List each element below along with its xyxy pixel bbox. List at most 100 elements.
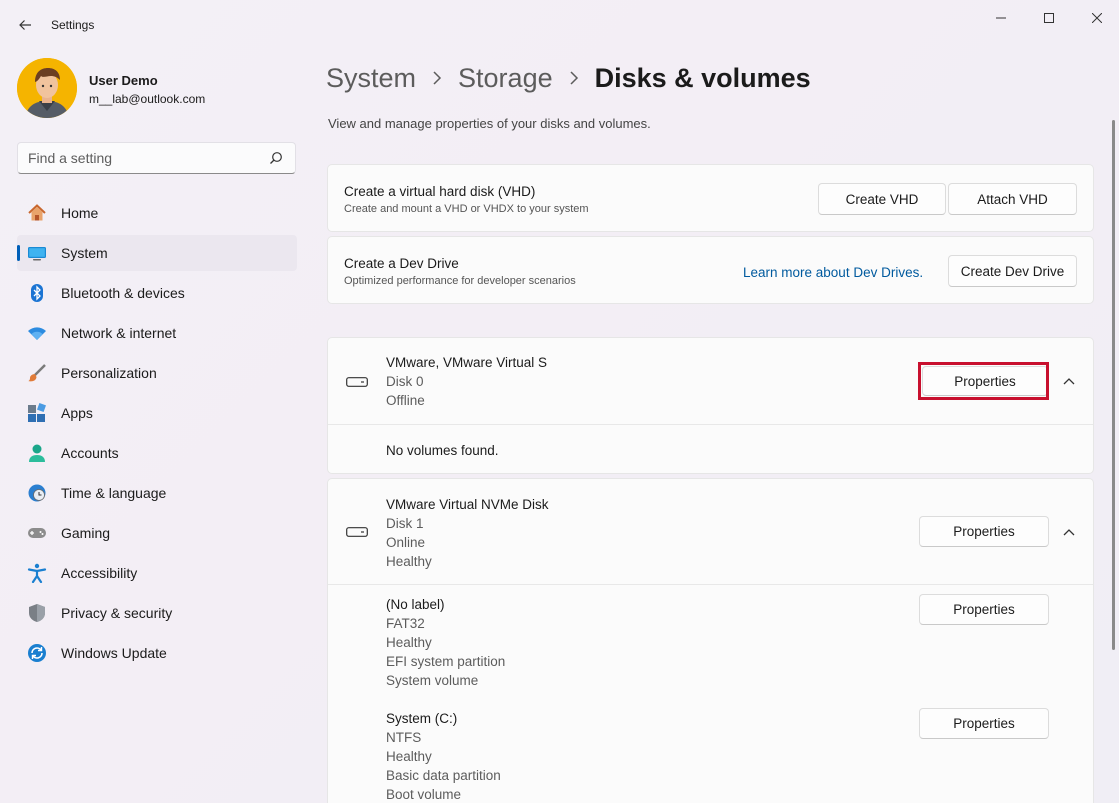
vhd-card: Create a virtual hard disk (VHD) Create … [327, 164, 1094, 232]
user-email: m__lab@outlook.com [89, 92, 206, 106]
sidebar-item-label: Accessibility [61, 565, 138, 581]
attach-vhd-button[interactable]: Attach VHD [948, 183, 1077, 215]
sidebar-item-system[interactable]: System [17, 235, 297, 271]
page-description: View and manage properties of your disks… [328, 116, 651, 131]
breadcrumb: System Storage Disks & volumes [326, 60, 811, 96]
sidebar-item-accounts[interactable]: Accounts [17, 435, 297, 471]
no-volumes-message: No volumes found. [386, 443, 499, 458]
disk-name: VMware, VMware Virtual S [386, 355, 548, 370]
disk-status: Online [386, 535, 426, 550]
search-icon[interactable] [269, 151, 283, 165]
avatar [17, 58, 77, 118]
sidebar-item-label: Bluetooth & devices [61, 285, 185, 301]
minimize-button[interactable] [978, 6, 1024, 30]
brush-icon [27, 363, 47, 383]
search-input[interactable] [28, 150, 258, 166]
drive-icon [346, 377, 368, 387]
maximize-icon [1044, 13, 1054, 23]
scrollbar[interactable] [1112, 120, 1115, 650]
divider [328, 584, 1093, 585]
sidebar-item-apps[interactable]: Apps [17, 395, 297, 431]
learn-more-dev-drives-link[interactable]: Learn more about Dev Drives. [743, 265, 923, 280]
sidebar-item-accessibility[interactable]: Accessibility [17, 555, 297, 591]
sidebar-nav: Home System Bluetooth & devices Network … [17, 195, 297, 675]
clock-globe-icon [27, 483, 47, 503]
disk-1-properties-button[interactable]: Properties [919, 516, 1049, 547]
collapse-button[interactable] [1059, 522, 1079, 542]
sidebar-item-gaming[interactable]: Gaming [17, 515, 297, 551]
volume-partition-type: Basic data partition [386, 768, 501, 783]
person-icon [27, 443, 47, 463]
volume-label: System (C:) [386, 711, 458, 726]
sidebar-item-label: Gaming [61, 525, 111, 541]
dev-drive-card-subtitle: Optimized performance for developer scen… [344, 275, 576, 287]
highlight-box [918, 362, 1049, 400]
apps-icon [27, 403, 47, 423]
sidebar-item-time-language[interactable]: Time & language [17, 475, 297, 511]
minimize-icon [996, 17, 1006, 19]
sidebar-item-windows-update[interactable]: Windows Update [17, 635, 297, 671]
chevron-right-icon [432, 71, 442, 85]
disk-name: VMware Virtual NVMe Disk [386, 497, 549, 512]
sidebar-item-label: Privacy & security [61, 605, 173, 621]
chevron-right-icon [569, 71, 579, 85]
system-icon [27, 243, 47, 263]
chevron-up-icon [1063, 529, 1075, 536]
volume-properties-button[interactable]: Properties [919, 594, 1049, 625]
volume-health: Healthy [386, 635, 432, 650]
avatar-image [17, 58, 77, 118]
divider [328, 424, 1093, 425]
user-name: User Demo [89, 73, 158, 88]
create-vhd-button[interactable]: Create VHD [818, 183, 946, 215]
sidebar-item-label: Personalization [61, 365, 157, 381]
collapse-button[interactable] [1059, 371, 1079, 391]
close-button[interactable] [1074, 6, 1119, 30]
app-title: Settings [51, 18, 95, 32]
sidebar-item-label: Network & internet [61, 325, 177, 341]
vhd-card-title: Create a virtual hard disk (VHD) [344, 184, 536, 199]
disk-0-card: VMware, VMware Virtual S Disk 0 Offline … [327, 337, 1094, 474]
bluetooth-icon [27, 283, 47, 303]
home-icon [27, 203, 47, 223]
disk-status: Offline [386, 393, 425, 408]
breadcrumb-storage[interactable]: Storage [458, 63, 553, 94]
accessibility-icon [27, 563, 47, 583]
disk-1-card: VMware Virtual NVMe Disk Disk 1 Online H… [327, 478, 1094, 803]
maximize-button[interactable] [1026, 6, 1072, 30]
volume-role: System volume [386, 673, 479, 688]
dev-drive-card-title: Create a Dev Drive [344, 256, 459, 271]
volume-filesystem: FAT32 [386, 616, 425, 631]
controller-icon [27, 523, 47, 543]
volume-partition-type: EFI system partition [386, 654, 506, 669]
user-profile[interactable]: User Demo m__lab@outlook.com [17, 58, 297, 120]
drive-icon [346, 527, 368, 537]
sidebar-item-label: Home [61, 205, 99, 221]
create-dev-drive-button[interactable]: Create Dev Drive [948, 255, 1077, 287]
vhd-card-subtitle: Create and mount a VHD or VHDX to your s… [344, 203, 589, 215]
volume-filesystem: NTFS [386, 730, 422, 745]
sidebar-item-personalization[interactable]: Personalization [17, 355, 297, 391]
sidebar-item-privacy[interactable]: Privacy & security [17, 595, 297, 631]
volume-label: (No label) [386, 597, 445, 612]
back-button[interactable] [12, 12, 38, 38]
disk-number: Disk 1 [386, 516, 424, 531]
shield-icon [27, 603, 47, 623]
search-box[interactable] [17, 142, 296, 174]
volume-properties-button[interactable]: Properties [919, 708, 1049, 739]
page-title: Disks & volumes [594, 62, 811, 93]
volume-health: Healthy [386, 749, 432, 764]
wifi-icon [27, 323, 47, 343]
sidebar-item-label: Accounts [61, 445, 119, 461]
back-arrow-icon [19, 20, 31, 30]
dev-drive-card: Create a Dev Drive Optimized performance… [327, 236, 1094, 304]
sidebar-item-bluetooth[interactable]: Bluetooth & devices [17, 275, 297, 311]
sidebar-item-network[interactable]: Network & internet [17, 315, 297, 351]
disk-number: Disk 0 [386, 374, 424, 389]
sidebar-item-label: Time & language [61, 485, 167, 501]
chevron-up-icon [1063, 378, 1075, 385]
sidebar-item-label: System [61, 245, 108, 261]
close-icon [1092, 13, 1102, 23]
breadcrumb-system[interactable]: System [326, 63, 416, 94]
sidebar-item-home[interactable]: Home [17, 195, 297, 231]
sidebar-item-label: Apps [61, 405, 93, 421]
